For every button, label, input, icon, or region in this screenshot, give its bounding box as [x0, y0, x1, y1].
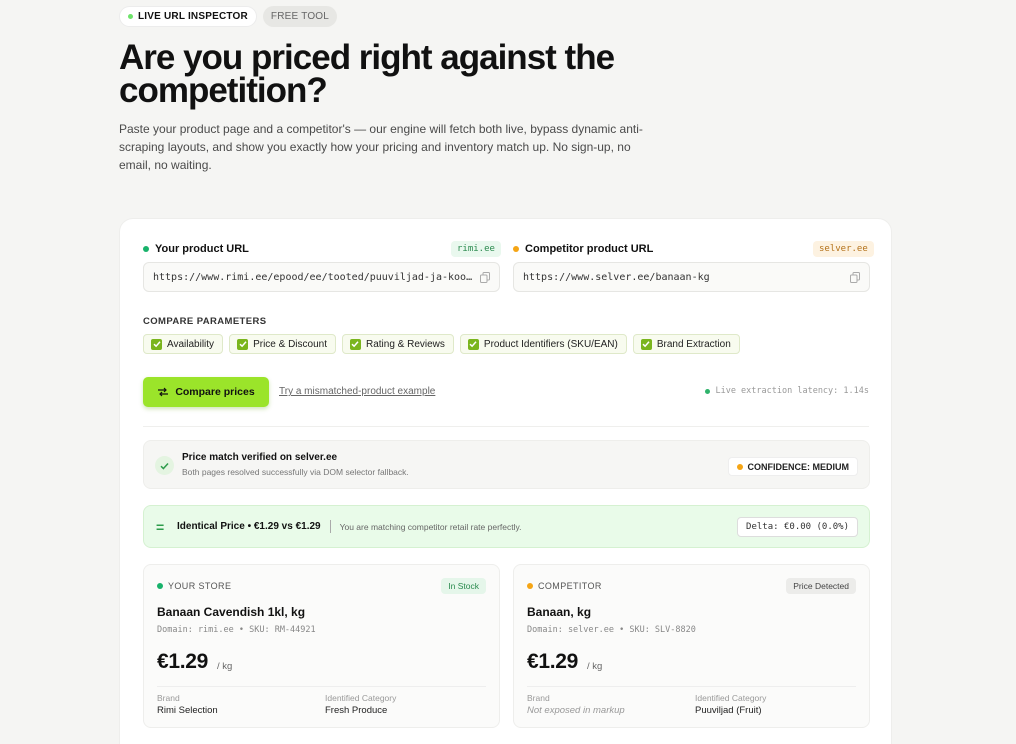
live-url-inspector-tag: LIVE URL INSPECTOR [119, 6, 257, 27]
copy-icon[interactable] [480, 271, 490, 283]
your-domain-chip: rimi.ee [451, 241, 501, 257]
competitor-domain-chip: selver.ee [813, 241, 874, 257]
competitor-url-label: Competitor product URL [513, 243, 653, 255]
your-store-card: YOUR STORE In Stock Banaan Cavendish 1kl… [143, 564, 500, 728]
your-url-input[interactable]: https://www.rimi.ee/epood/ee/tooted/puuv… [143, 262, 500, 292]
status-badge: In Stock [441, 578, 486, 594]
identical-subtitle: You are matching competitor retail rate … [339, 521, 522, 532]
brand-value: Rimi Selection [157, 705, 218, 716]
free-tool-tag: FREE TOOL [262, 6, 338, 27]
price-unit: / kg [587, 661, 603, 672]
free-tag-label: FREE TOOL [270, 11, 330, 22]
inspector-card: Your product URL rimi.ee https://www.rim… [119, 218, 892, 744]
confidence-text: CONFIDENCE: MEDIUM [747, 461, 850, 472]
hero-lead: Paste your product page and a competitor… [119, 122, 643, 172]
your-url-label-text: Your product URL [155, 243, 249, 255]
page-title: Are you priced right against the competi… [119, 40, 679, 110]
checkbox-checked-icon[interactable] [237, 338, 249, 350]
param-product-identifiers[interactable]: Product Identifiers (SKU/EAN) [459, 334, 627, 354]
check-circle-icon [155, 456, 174, 475]
confidence-badge: CONFIDENCE: MEDIUM [727, 457, 858, 476]
compare-arrows-icon [158, 387, 169, 397]
checkbox-checked-icon[interactable] [467, 338, 479, 350]
product-price: €1.29 [527, 650, 579, 673]
live-tag-label: LIVE URL INSPECTOR [138, 11, 248, 22]
price-unit: / kg [217, 661, 233, 672]
brand-value: Not exposed in markup [527, 705, 625, 716]
param-label: Product Identifiers (SKU/EAN) [483, 338, 618, 350]
param-label: Price & Discount [253, 338, 327, 350]
brand-key: Brand [527, 693, 550, 703]
product-name: Banaan Cavendish 1kl, kg [157, 605, 306, 619]
category-value: Fresh Produce [325, 705, 388, 716]
competitor-url-input[interactable]: https://www.selver.ee/banaan-kg [513, 262, 870, 292]
latency-readout: Live extraction latency: 1.14s [705, 386, 869, 396]
live-dot-icon [128, 14, 133, 19]
divider [527, 686, 856, 687]
store-kind: COMPETITOR [527, 581, 602, 591]
latency-text: Live extraction latency: 1.14s [715, 386, 869, 396]
checkbox-checked-icon[interactable] [151, 338, 162, 350]
divider [157, 686, 486, 687]
copy-icon[interactable] [850, 271, 860, 283]
param-brand-extraction[interactable]: Brand Extraction [632, 334, 740, 354]
compare-prices-button[interactable]: Compare prices [143, 377, 269, 407]
category-value: Puuviljad (Fruit) [695, 705, 762, 716]
latency-status-dot-icon [705, 388, 711, 394]
verified-subtitle: Both pages resolved successfully via DOM… [182, 467, 409, 477]
product-name: Banaan, kg [527, 605, 592, 619]
param-label: Rating & Reviews [365, 338, 445, 350]
store-kind-label: YOUR STORE [168, 581, 232, 591]
competitor-dot-icon [527, 583, 533, 589]
status-badge: Price Detected [786, 578, 856, 594]
product-price: €1.29 [157, 650, 209, 673]
separator [329, 520, 331, 533]
identical-title: Identical Price • €1.29 vs €1.29 [177, 521, 321, 532]
title-line-2: competition? [119, 71, 328, 110]
competitor-url-dot-icon [513, 246, 519, 252]
mismatched-example-link[interactable]: Try a mismatched-product example [279, 386, 435, 397]
brand-key: Brand [157, 693, 180, 703]
store-kind-label: COMPETITOR [538, 581, 602, 591]
identical-price-banner: = Identical Price • €1.29 vs €1.29 You a… [143, 505, 870, 548]
param-rating-reviews[interactable]: Rating & Reviews [341, 334, 454, 354]
delta-badge: Delta: €0.00 (0.0%) [737, 517, 858, 537]
compare-parameters-list: Availability Price & Discount Rating & R… [143, 334, 740, 354]
your-url-value: https://www.rimi.ee/epood/ee/tooted/puuv… [153, 271, 474, 283]
category-key: Identified Category [325, 693, 397, 703]
confidence-dot-icon [736, 463, 743, 470]
category-key: Identified Category [695, 693, 767, 703]
competitor-url-label-text: Competitor product URL [525, 243, 654, 255]
your-store-dot-icon [157, 583, 163, 589]
param-price-discount[interactable]: Price & Discount [229, 334, 336, 354]
hero-tags: LIVE URL INSPECTOR FREE TOOL [119, 6, 679, 27]
equals-icon: = [156, 518, 165, 535]
product-meta: Domain: rimi.ee • SKU: RM-44921 [157, 625, 316, 635]
product-meta: Domain: selver.ee • SKU: SLV-8820 [527, 625, 696, 635]
competitor-card: COMPETITOR Price Detected Banaan, kg Dom… [513, 564, 870, 728]
param-availability[interactable]: Availability [143, 334, 224, 354]
compare-prices-label: Compare prices [175, 386, 255, 398]
store-kind: YOUR STORE [157, 581, 231, 591]
checkbox-checked-icon[interactable] [640, 338, 652, 350]
checkbox-checked-icon[interactable] [349, 338, 361, 350]
verified-title: Price match verified on selver.ee [182, 452, 338, 463]
hero-section: LIVE URL INSPECTOR FREE TOOL Are you pri… [119, 0, 679, 174]
price-match-verified-banner: Price match verified on selver.ee Both p… [143, 440, 870, 489]
divider [143, 426, 869, 427]
param-label: Brand Extraction [656, 338, 731, 350]
your-url-dot-icon [143, 246, 149, 252]
competitor-url-value: https://www.selver.ee/banaan-kg [523, 271, 710, 283]
compare-parameters-title: COMPARE PARAMETERS [143, 316, 267, 327]
param-label: Availability [167, 338, 215, 350]
your-url-label: Your product URL [143, 243, 249, 255]
